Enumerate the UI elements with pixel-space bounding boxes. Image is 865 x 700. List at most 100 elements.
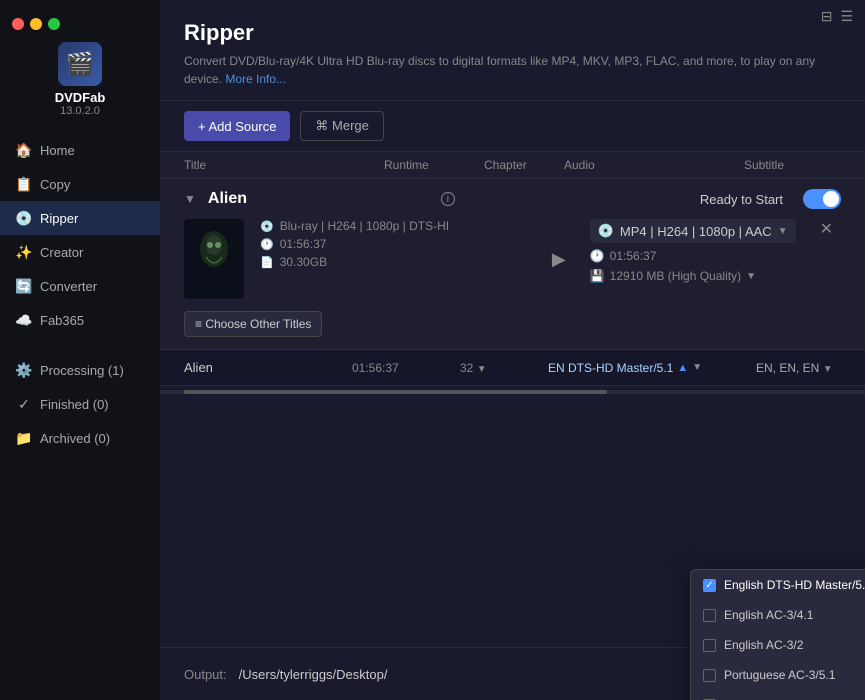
content-area: ▼ Alien i Ready to Start <box>160 179 865 700</box>
maximize-button[interactable] <box>48 18 60 30</box>
audio-option-1[interactable]: ✓ English DTS-HD Master/5.1 <box>691 570 865 600</box>
output-label: Output: <box>184 667 227 682</box>
add-source-button[interactable]: + Add Source <box>184 111 290 141</box>
sidebar-item-label-fab365: Fab365 <box>40 313 84 328</box>
sidebar-item-converter[interactable]: 🔄 Converter <box>0 269 160 303</box>
col-runtime: Runtime <box>384 158 484 172</box>
sidebar-item-label-converter: Converter <box>40 279 97 294</box>
file-icon: 📄 <box>260 256 274 269</box>
sidebar-item-label-processing: Processing (1) <box>40 363 124 378</box>
sidebar-item-processing[interactable]: ⚙️ Processing (1) <box>0 353 160 387</box>
table-header: Title Runtime Chapter Audio Subtitle <box>160 152 865 179</box>
clock-icon: 🕐 <box>260 238 274 251</box>
sidebar-item-label-home: Home <box>40 143 75 158</box>
audio-arrow-icon: ▲ <box>677 362 688 374</box>
output-size: 💾 12910 MB (High Quality) ▼ <box>590 269 796 283</box>
sidebar-item-creator[interactable]: ✨ Creator <box>0 235 160 269</box>
sidebar-item-archived[interactable]: 📁 Archived (0) <box>0 421 160 455</box>
info-icon[interactable]: i <box>441 192 455 206</box>
output-duration: 🕐 01:56:37 <box>590 249 796 263</box>
merge-button[interactable]: ⌘ Merge <box>300 111 383 141</box>
window-icons: ⊟ ☰ <box>809 0 865 33</box>
col-subtitle: Subtitle <box>744 158 841 172</box>
info-source-size: 📄 30.30GB <box>260 255 528 269</box>
checkbox-1: ✓ <box>703 579 716 592</box>
sidebar-item-label-finished: Finished (0) <box>40 397 109 412</box>
finished-icon: ✓ <box>16 396 32 412</box>
scroll-track <box>160 390 865 394</box>
audio-option-2[interactable]: English AC-3/4.1 <box>691 600 865 630</box>
arrow-right-icon: ▶ <box>544 219 574 299</box>
app-logo: 🎬 DVDFab 13.0.2.0 <box>55 42 106 117</box>
audio-option-3[interactable]: English AC-3/2 <box>691 630 865 660</box>
app-logo-icon: 🎬 <box>58 42 102 86</box>
app-name: DVDFab <box>55 90 106 105</box>
audio-option-5[interactable]: French DTS/5.1 <box>691 690 865 700</box>
audio-option-4[interactable]: Portuguese AC-3/5.1 <box>691 660 865 690</box>
app-version: 13.0.2.0 <box>60 105 100 117</box>
subtitle-chevron-icon: ▼ <box>823 364 833 375</box>
movie-header-row: ▼ Alien i Ready to Start <box>160 179 865 219</box>
more-info-link[interactable]: More Info... <box>225 72 286 86</box>
floppy-icon: 💾 <box>590 269 605 283</box>
title-row: Alien 01:56:37 32 ▼ EN DTS-HD Master/5.1… <box>160 350 865 386</box>
minimize-button[interactable] <box>30 18 42 30</box>
audio-chevron-icon: ▼ <box>692 362 702 373</box>
ripper-icon: 💿 <box>16 210 32 226</box>
row-subtitle[interactable]: EN, EN, EN ▼ <box>756 361 841 375</box>
home-icon: 🏠 <box>16 142 32 158</box>
creator-icon: ✨ <box>16 244 32 260</box>
checkbox-4 <box>703 669 716 682</box>
menu-icon[interactable]: ☰ <box>840 8 853 25</box>
disc-out-icon: 💿 <box>598 223 614 239</box>
sidebar-item-home[interactable]: 🏠 Home <box>0 133 160 167</box>
col-chapter: Chapter <box>484 158 564 172</box>
checkbox-3 <box>703 639 716 652</box>
info-source-format: 💿 Blu-ray | H264 | 1080p | DTS-HI <box>260 219 528 233</box>
col-title: Title <box>184 158 384 172</box>
page-title: Ripper <box>184 20 841 46</box>
info-source-duration: 🕐 01:56:37 <box>260 237 528 251</box>
row-title: Alien <box>184 360 344 375</box>
output-path: /Users/tylerriggs/Desktop/ <box>239 667 749 682</box>
sidebar-item-finished[interactable]: ✓ Finished (0) <box>0 387 160 421</box>
choose-other-titles-button[interactable]: ≡ Choose Other Titles <box>184 311 322 337</box>
chapter-chevron-icon: ▼ <box>477 364 487 375</box>
sidebar-item-label-ripper: Ripper <box>40 211 78 226</box>
output-info: 💿 MP4 | H264 | 1080p | AAC ▼ 🕐 01:56:37 … <box>590 219 796 299</box>
titlebar-buttons <box>0 10 72 38</box>
sidebar-item-ripper[interactable]: 💿 Ripper <box>0 201 160 235</box>
processing-icon: ⚙️ <box>16 362 32 378</box>
main-content: ⊟ ☰ Ripper Convert DVD/Blu-ray/4K Ultra … <box>160 0 865 700</box>
movie-art <box>184 219 244 299</box>
minimize-icon[interactable]: ⊟ <box>821 8 833 25</box>
sidebar-item-copy[interactable]: 📋 Copy <box>0 167 160 201</box>
row-runtime: 01:56:37 <box>352 361 452 375</box>
remove-button[interactable]: ✕ <box>812 219 841 299</box>
movie-info: 💿 Blu-ray | H264 | 1080p | DTS-HI 🕐 01:5… <box>260 219 528 299</box>
movie-block: ▼ Alien i Ready to Start <box>160 179 865 350</box>
ready-toggle[interactable] <box>803 189 841 209</box>
converter-icon: 🔄 <box>16 278 32 294</box>
close-button[interactable] <box>12 18 24 30</box>
page-header: Ripper Convert DVD/Blu-ray/4K Ultra HD B… <box>160 0 865 101</box>
sidebar-item-label-copy: Copy <box>40 177 70 192</box>
row-audio[interactable]: EN DTS-HD Master/5.1 ▲ ▼ <box>548 361 748 375</box>
format-chevron-icon: ▼ <box>778 226 788 237</box>
sidebar-item-fab365[interactable]: ☁️ Fab365 <box>0 303 160 337</box>
col-audio: Audio <box>564 158 744 172</box>
movie-title: Alien <box>208 190 429 208</box>
status-badge: Ready to Start <box>700 192 783 207</box>
clock-out-icon: 🕐 <box>590 249 605 263</box>
sidebar-item-label-archived: Archived (0) <box>40 431 110 446</box>
movie-detail-row: 💿 Blu-ray | H264 | 1080p | DTS-HI 🕐 01:5… <box>160 219 865 311</box>
movie-chevron-icon[interactable]: ▼ <box>184 192 196 206</box>
page-description: Convert DVD/Blu-ray/4K Ultra HD Blu-ray … <box>184 52 841 88</box>
fab365-icon: ☁️ <box>16 312 32 328</box>
sidebar: 🎬 DVDFab 13.0.2.0 🏠 Home 📋 Copy 💿 Ripper… <box>0 0 160 700</box>
output-format[interactable]: 💿 MP4 | H264 | 1080p | AAC ▼ <box>590 219 796 243</box>
archived-icon: 📁 <box>16 430 32 446</box>
scroll-thumb[interactable] <box>184 390 607 394</box>
audio-dropdown: ✓ English DTS-HD Master/5.1 English AC-3… <box>690 569 865 700</box>
toggle-knob <box>823 191 839 207</box>
